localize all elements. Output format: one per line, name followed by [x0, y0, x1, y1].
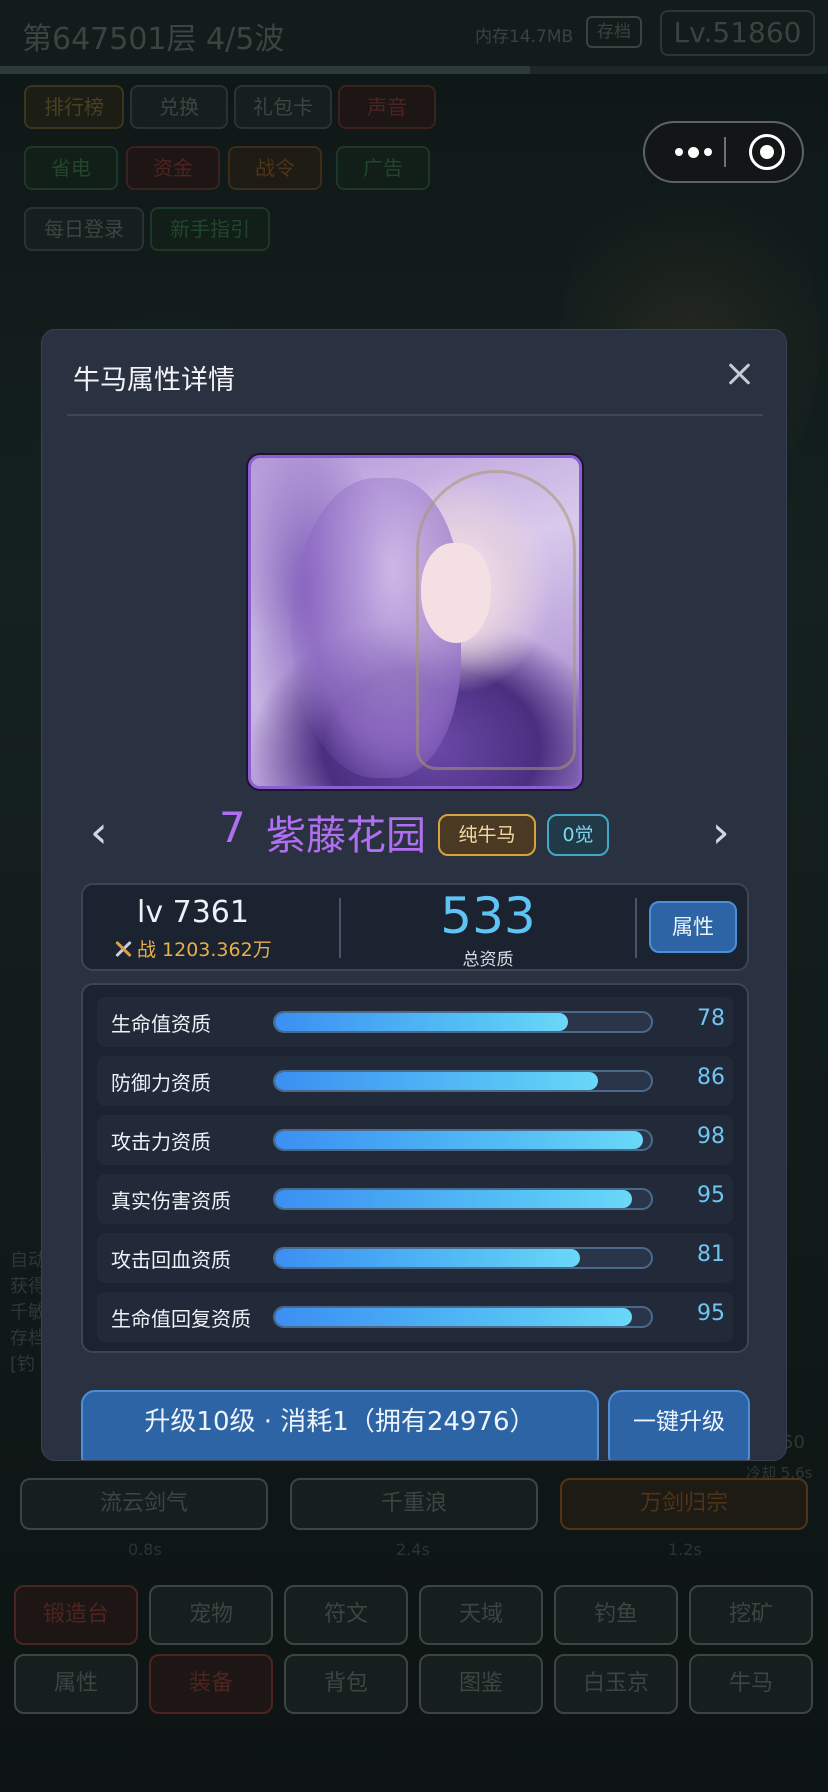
- menu-exchange[interactable]: 兑换: [130, 85, 228, 129]
- skill-button[interactable]: 万剑归宗: [560, 1478, 808, 1530]
- quality-label: 真实伤害资质: [111, 1189, 231, 1213]
- menu-ranking[interactable]: 排行榜: [24, 85, 124, 129]
- menu-battle-pass[interactable]: 战令: [228, 146, 322, 190]
- hero-detail-modal: 牛马属性详情 ‹ 7 紫藤花园 纯牛马 0觉 › lv 7361 战 1203.…: [41, 329, 787, 1461]
- more-icon[interactable]: [663, 123, 723, 181]
- nav-rune[interactable]: 符文: [284, 1585, 408, 1645]
- menu-daily-login[interactable]: 每日登录: [24, 207, 144, 251]
- nav-equipment[interactable]: 装备: [149, 1654, 273, 1714]
- skill-time: 0.8s: [128, 1540, 162, 1559]
- close-target-icon[interactable]: [749, 134, 785, 170]
- quality-row: 防御力资质 86: [97, 1056, 733, 1106]
- quality-label: 攻击回血资质: [111, 1248, 231, 1272]
- quality-bar-fill: [275, 1131, 644, 1149]
- log-line: [钓: [10, 1354, 36, 1375]
- hero-level: lv 7361: [137, 895, 249, 930]
- skill-button[interactable]: 流云剑气: [20, 1478, 268, 1530]
- menu-power-save[interactable]: 省电: [24, 146, 118, 190]
- quality-row: 生命值资质 78: [97, 997, 733, 1047]
- hero-index: 7: [219, 803, 246, 852]
- menu-beginner-guide[interactable]: 新手指引: [150, 207, 270, 251]
- quality-list: 生命值资质 78 防御力资质 86 攻击力资质 98 真实伤害资质 95 攻击回…: [81, 983, 749, 1353]
- quality-label: 生命值回复资质: [111, 1307, 251, 1331]
- nav-jade-capital[interactable]: 白玉京: [554, 1654, 678, 1714]
- quality-bar-fill: [275, 1249, 580, 1267]
- quality-bar: [273, 1011, 653, 1033]
- attributes-button[interactable]: 属性: [649, 901, 737, 953]
- level-badge: Lv.51860: [660, 10, 815, 56]
- wave-progress-bar: [0, 66, 828, 74]
- menu-gift-card[interactable]: 礼包卡: [234, 85, 332, 129]
- memory-text: 内存14.7MB: [475, 27, 574, 47]
- modal-title: 牛马属性详情: [73, 365, 235, 396]
- quality-row: 生命值回复资质 95: [97, 1292, 733, 1342]
- quality-bar: [273, 1306, 653, 1328]
- nav-codex[interactable]: 图鉴: [419, 1654, 543, 1714]
- nav-attributes[interactable]: 属性: [14, 1654, 138, 1714]
- total-quality-label: 总资质: [462, 950, 514, 970]
- stage-title: 第647501层 4/5波: [22, 22, 285, 57]
- save-button[interactable]: 存档: [586, 16, 642, 48]
- quality-value: 98: [697, 1124, 725, 1149]
- quality-row: 攻击回血资质 81: [97, 1233, 733, 1283]
- nav-pet[interactable]: 宠物: [149, 1585, 273, 1645]
- quality-label: 防御力资质: [111, 1071, 211, 1095]
- quality-bar-fill: [275, 1308, 633, 1326]
- power-value: 战 1203.362万: [137, 939, 272, 961]
- quality-bar: [273, 1188, 653, 1210]
- upgrade-10-levels-button[interactable]: 升级10级 · 消耗1（拥有24976）: [81, 1390, 599, 1460]
- hero-portrait: [248, 455, 582, 789]
- hero-summary-card: lv 7361 战 1203.362万 533 总资质 属性: [81, 883, 749, 971]
- quality-row: 攻击力资质 98: [97, 1115, 733, 1165]
- nav-niuma[interactable]: 牛马: [689, 1654, 813, 1714]
- hero-type-tag: 纯牛马: [438, 814, 536, 856]
- hero-power: 战 1203.362万: [113, 935, 303, 962]
- quality-value: 78: [697, 1006, 725, 1031]
- quality-label: 生命值资质: [111, 1012, 211, 1036]
- nav-forge[interactable]: 锻造台: [14, 1585, 138, 1645]
- prev-hero-arrow[interactable]: ‹: [90, 808, 108, 858]
- menu-funds[interactable]: 资金: [126, 146, 220, 190]
- next-hero-arrow[interactable]: ›: [712, 808, 730, 858]
- divider: [67, 414, 763, 416]
- quality-row: 真实伤害资质 95: [97, 1174, 733, 1224]
- nav-sky-domain[interactable]: 天域: [419, 1585, 543, 1645]
- crossed-swords-icon: [113, 939, 133, 959]
- top-status-bar: 第647501层 4/5波 内存14.7MB 存档 Lv.51860: [0, 0, 828, 70]
- quality-label: 攻击力资质: [111, 1130, 211, 1154]
- nav-fishing[interactable]: 钓鱼: [554, 1585, 678, 1645]
- quality-bar: [273, 1129, 653, 1151]
- nav-bag[interactable]: 背包: [284, 1654, 408, 1714]
- quality-value: 86: [697, 1065, 725, 1090]
- miniprogram-capsule: [643, 121, 804, 183]
- awaken-tag: 0觉: [547, 814, 609, 856]
- quality-value: 95: [697, 1183, 725, 1208]
- skill-time: 2.4s: [396, 1540, 430, 1559]
- quality-bar-fill: [275, 1013, 569, 1031]
- quality-value: 81: [697, 1242, 725, 1267]
- quality-bar: [273, 1247, 653, 1269]
- quality-value: 95: [697, 1301, 725, 1326]
- close-icon[interactable]: [722, 358, 756, 392]
- menu-sound[interactable]: 声音: [338, 85, 436, 129]
- nav-mining[interactable]: 挖矿: [689, 1585, 813, 1645]
- quality-bar-fill: [275, 1072, 599, 1090]
- quality-bar: [273, 1070, 653, 1092]
- skill-button[interactable]: 千重浪: [290, 1478, 538, 1530]
- menu-ads[interactable]: 广告: [336, 146, 430, 190]
- skill-time: 1.2s: [668, 1540, 702, 1559]
- quality-bar-fill: [275, 1190, 633, 1208]
- total-quality-value: 533: [440, 887, 536, 945]
- one-click-upgrade-button[interactable]: 一键升级: [608, 1390, 750, 1460]
- hero-name: 紫藤花园: [266, 813, 426, 859]
